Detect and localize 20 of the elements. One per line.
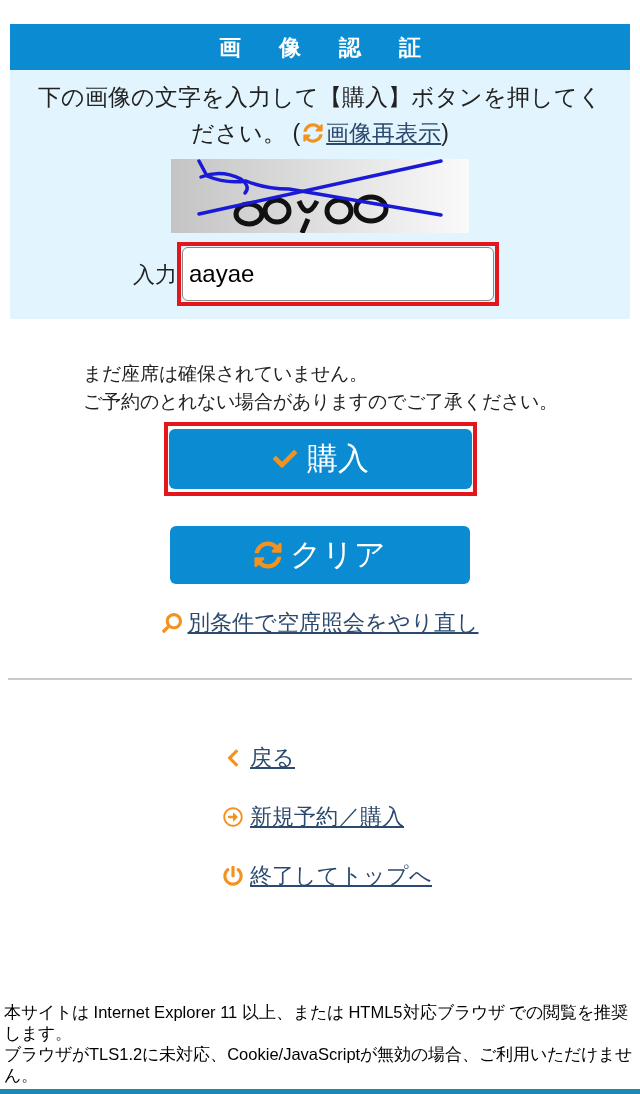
refresh-icon (303, 123, 324, 143)
notice-text: まだ座席は確保されていません。 (82, 362, 369, 386)
footer-note: 本サイトは Internet Explorer 11 以上、または HTML5対応ブラウザ での閲覧を推奨します。 (4, 1002, 630, 1044)
check-icon (271, 447, 299, 471)
refresh-icon (254, 541, 282, 569)
search-icon (161, 613, 182, 633)
footer-note: ブラウザがTLS1.2に未対応、Cookie/JavaScriptが無効の場合、ご利用いただけません。 (4, 1044, 634, 1086)
nav-link[interactable]: 終了してトップへ (250, 861, 432, 891)
nav-link[interactable]: 新規予約／購入 (250, 802, 404, 832)
input-field[interactable]: aayae (182, 247, 494, 301)
power-icon (222, 866, 243, 886)
clear-button[interactable]: クリア (170, 526, 470, 584)
purchase-button[interactable]: 購入 (168, 429, 472, 489)
panel-title: 画像認証 (218, 33, 459, 62)
nav-link[interactable]: 戻る (250, 743, 295, 773)
instruction-text: 下の画像の文字を入力して【購入】ボタンを押してください。 ( 画像再表示) (37, 83, 603, 148)
input-label: 入力 (133, 260, 177, 289)
search-again-link[interactable]: 別条件で空席照会をやり直し (187, 608, 479, 638)
notice-text: ご予約のとれない場合がありますのでご了承ください。 (82, 390, 558, 414)
refresh-image-link[interactable]: 画像再表示 (326, 120, 442, 146)
